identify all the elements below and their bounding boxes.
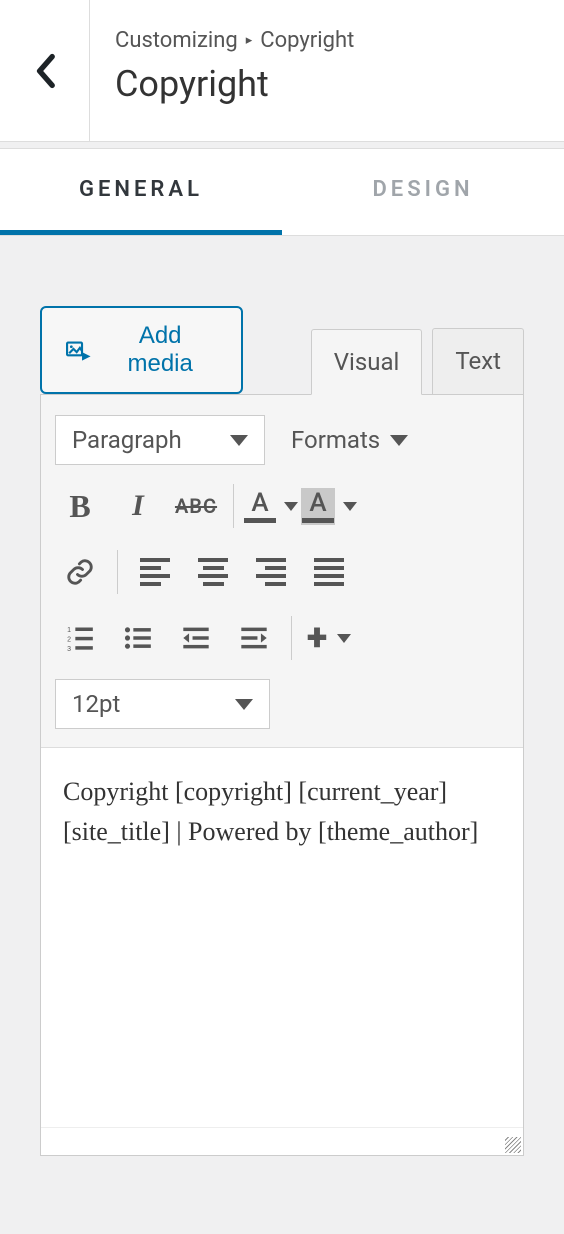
- header-titles: Customizing ▸ Copyright Copyright: [90, 0, 564, 141]
- tab-general[interactable]: GENERAL: [0, 149, 282, 235]
- customizer-header: Customizing ▸ Copyright Copyright: [0, 0, 564, 142]
- caret-down-icon: [230, 435, 248, 446]
- formats-label: Formats: [291, 426, 380, 454]
- caret-down-icon: [343, 502, 357, 511]
- italic-button[interactable]: I: [113, 481, 163, 531]
- link-icon: [65, 557, 95, 587]
- align-right-icon: [256, 558, 286, 586]
- svg-text:3: 3: [67, 646, 71, 652]
- breadcrumb-root: Customizing: [115, 28, 238, 53]
- editor-tab-visual[interactable]: Visual: [311, 329, 423, 395]
- caret-down-icon: [284, 502, 298, 511]
- indent-icon: [239, 624, 269, 652]
- media-icon: [66, 337, 92, 363]
- text-color-button[interactable]: A: [246, 481, 296, 531]
- outdent-icon: [181, 624, 211, 652]
- editor-toolbar: Paragraph Formats B I ABC A: [41, 395, 523, 747]
- insert-button[interactable]: +: [304, 613, 354, 663]
- toolbar-divider: [233, 484, 234, 528]
- align-justify-button[interactable]: [304, 547, 354, 597]
- background-color-icon: A: [301, 488, 335, 525]
- editor-tab-text[interactable]: Text: [432, 328, 524, 394]
- editor-mode-tabs: Visual Text: [311, 328, 524, 394]
- background-color-button[interactable]: A: [304, 481, 354, 531]
- paragraph-select[interactable]: Paragraph: [55, 415, 265, 465]
- strikethrough-button[interactable]: ABC: [171, 481, 221, 531]
- numbered-list-button[interactable]: 1 2 3: [55, 613, 105, 663]
- add-media-label: Add media: [104, 322, 217, 378]
- align-left-icon: [140, 558, 170, 586]
- font-size-label: 12pt: [72, 690, 120, 718]
- bold-button[interactable]: B: [55, 481, 105, 531]
- resize-handle[interactable]: [505, 1137, 521, 1153]
- align-left-button[interactable]: [130, 547, 180, 597]
- outdent-button[interactable]: [171, 613, 221, 663]
- caret-down-icon: [337, 634, 351, 643]
- tab-design[interactable]: DESIGN: [282, 149, 564, 235]
- toolbar-divider: [117, 550, 118, 594]
- align-center-icon: [198, 558, 228, 586]
- link-button[interactable]: [55, 547, 105, 597]
- editor-footer: [41, 1127, 523, 1155]
- indent-button[interactable]: [229, 613, 279, 663]
- plus-icon: +: [307, 619, 327, 657]
- align-right-button[interactable]: [246, 547, 296, 597]
- align-center-button[interactable]: [188, 547, 238, 597]
- align-justify-icon: [314, 558, 344, 586]
- bullet-list-button[interactable]: [113, 613, 163, 663]
- add-media-button[interactable]: Add media: [40, 306, 243, 394]
- breadcrumb-separator-icon: ▸: [246, 33, 253, 48]
- bullet-list-icon: [124, 624, 152, 652]
- svg-text:1: 1: [67, 627, 71, 634]
- caret-down-icon: [390, 435, 408, 446]
- chevron-left-icon: [34, 53, 56, 89]
- toolbar-divider: [291, 616, 292, 660]
- editor-content[interactable]: Copyright [copyright] [current_year] [si…: [41, 747, 523, 1127]
- text-color-icon: A: [244, 490, 276, 523]
- paragraph-select-label: Paragraph: [72, 426, 182, 454]
- customizer-panel: Add media Visual Text Paragraph Formats …: [0, 236, 564, 1156]
- editor-header: Add media Visual Text: [40, 306, 524, 394]
- svg-text:2: 2: [67, 637, 71, 644]
- rich-text-editor: Paragraph Formats B I ABC A: [40, 394, 524, 1156]
- font-size-select[interactable]: 12pt: [55, 679, 270, 729]
- formats-select[interactable]: Formats: [291, 426, 408, 454]
- customizer-tabs: GENERAL DESIGN: [0, 148, 564, 236]
- page-title: Copyright: [115, 63, 539, 105]
- breadcrumb: Customizing ▸ Copyright: [115, 28, 539, 53]
- numbered-list-icon: 1 2 3: [66, 624, 94, 652]
- caret-down-icon: [235, 699, 253, 710]
- back-button[interactable]: [0, 0, 90, 141]
- breadcrumb-current: Copyright: [260, 28, 354, 53]
